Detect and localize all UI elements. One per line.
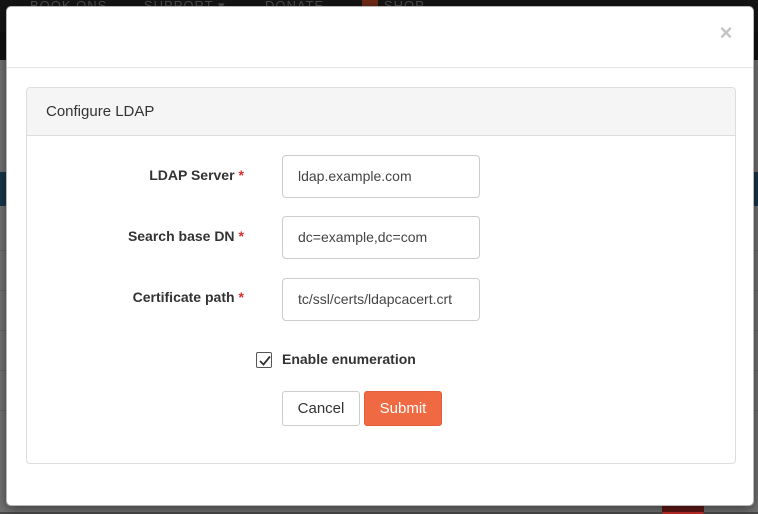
search-base-dn-input[interactable]: dc=example,dc=com xyxy=(282,216,480,259)
enable-enumeration-checkbox[interactable] xyxy=(256,352,272,368)
search-base-dn-label: Search base DN * xyxy=(127,228,244,244)
certificate-path-input[interactable]: tc/ssl/certs/ldapcacert.crt xyxy=(282,278,480,321)
certificate-path-label: Certificate path * xyxy=(132,289,244,305)
submit-button[interactable]: Submit xyxy=(364,391,442,426)
panel-heading: Configure LDAP xyxy=(27,88,735,136)
close-icon[interactable]: × xyxy=(717,21,735,45)
cancel-button[interactable]: Cancel xyxy=(282,391,360,426)
required-marker: * xyxy=(238,289,244,305)
checkmark-icon xyxy=(259,355,271,366)
required-marker: * xyxy=(238,228,244,244)
panel-title: Configure LDAP xyxy=(46,103,155,120)
ldap-server-input[interactable]: ldap.example.com xyxy=(282,155,480,198)
required-marker: * xyxy=(238,167,244,183)
modal-header: × xyxy=(7,7,753,68)
ldap-server-label: LDAP Server * xyxy=(149,167,244,183)
enable-enumeration-label[interactable]: Enable enumeration xyxy=(282,351,416,367)
ldap-modal: × Configure LDAP LDAP Server * ldap.examp… xyxy=(6,6,754,506)
